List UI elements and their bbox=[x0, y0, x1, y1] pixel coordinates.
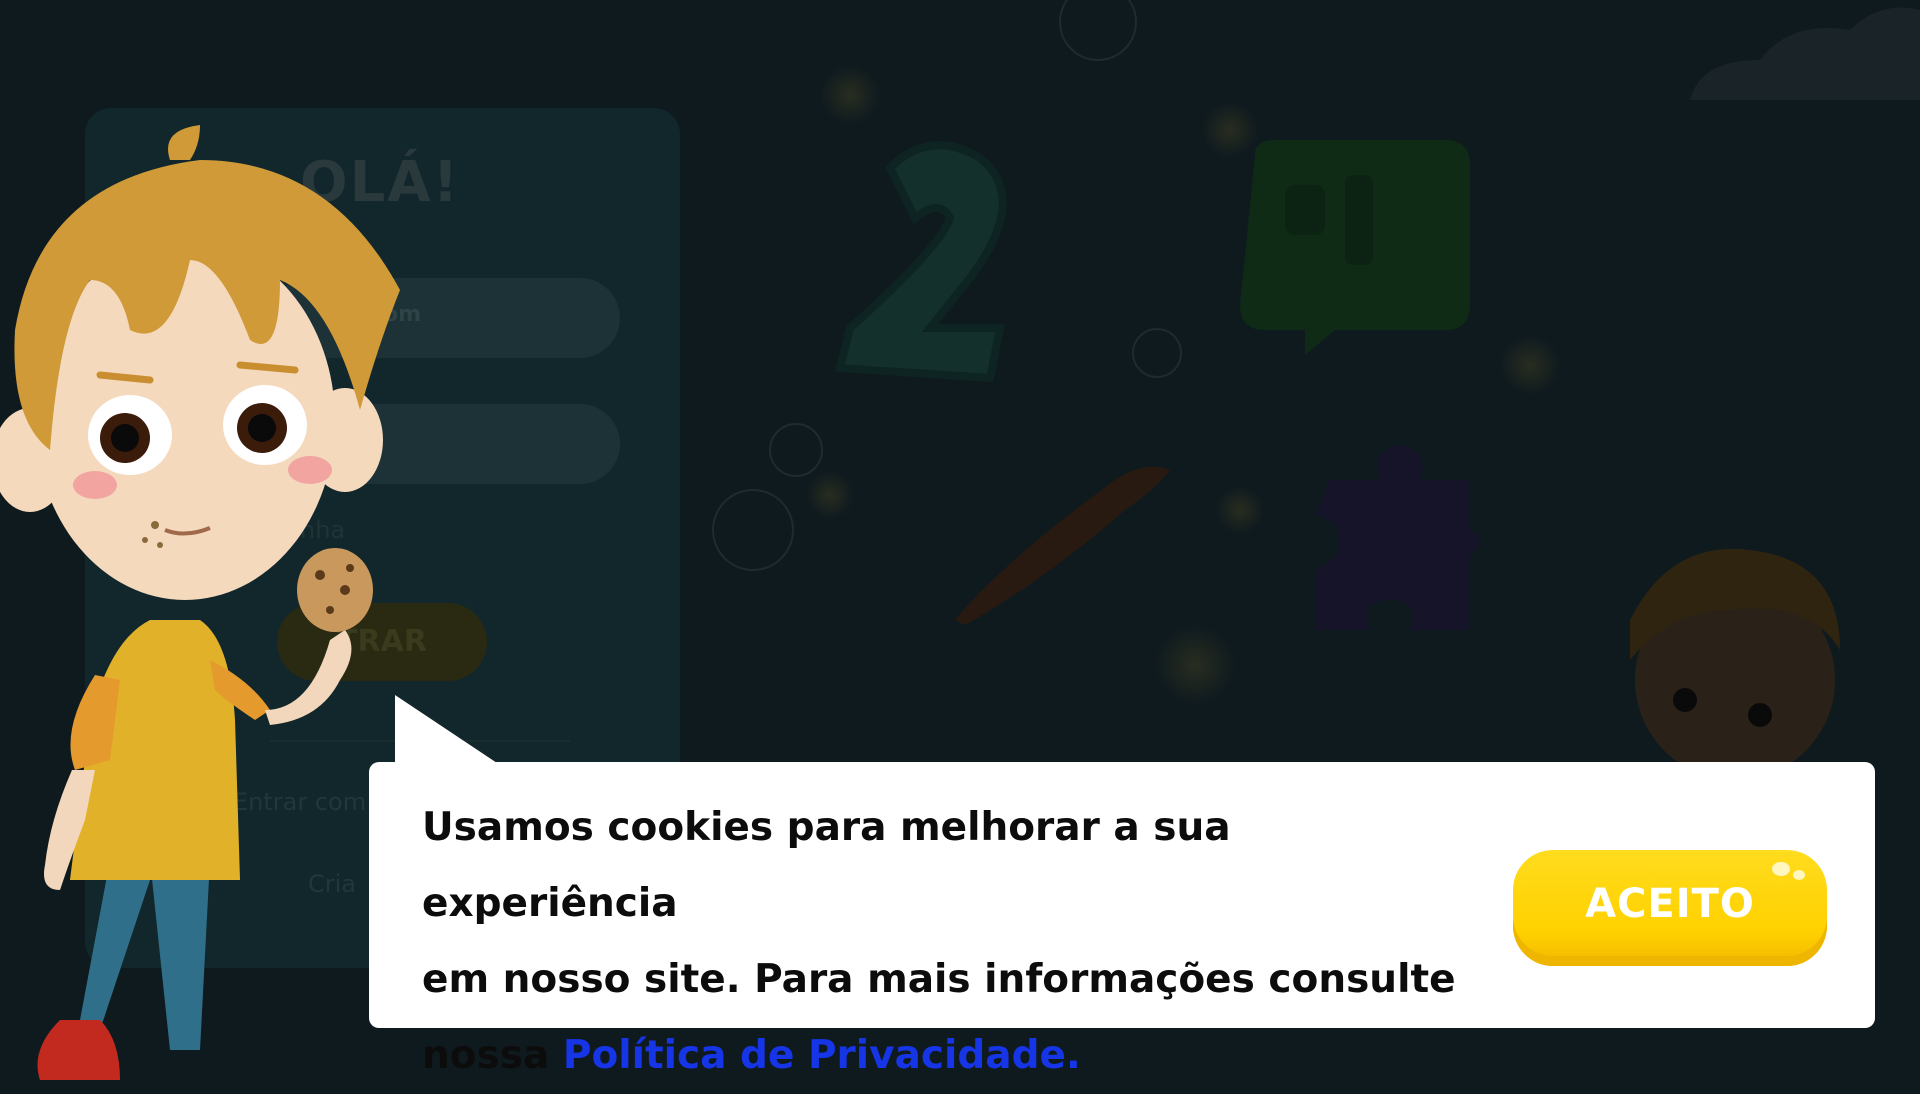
puzzle-piece-icon bbox=[1315, 445, 1480, 630]
cookie-message-line1: Usamos cookies para melhorar a sua exper… bbox=[422, 805, 1231, 926]
button-gloss-decoration bbox=[1772, 862, 1805, 880]
paintbrush-icon bbox=[955, 466, 1170, 625]
privacy-policy-link[interactable]: Política de Privacidade. bbox=[563, 1033, 1081, 1078]
cookie-message: Usamos cookies para melhorar a sua exper… bbox=[422, 790, 1482, 1094]
number-two-label: 2 bbox=[900, 310, 906, 321]
accept-cookies-button[interactable]: ACEITO bbox=[1513, 850, 1827, 966]
speech-bubble-icon bbox=[1240, 140, 1470, 355]
mascot-boy bbox=[0, 125, 400, 1080]
cookie-message-line2: em nosso site. Para mais informações con… bbox=[422, 957, 1456, 1002]
cookie-message-line3: nossa bbox=[422, 1033, 563, 1078]
cookie-icon bbox=[297, 548, 373, 632]
background-character bbox=[1630, 548, 1840, 770]
accept-cookies-label: ACEITO bbox=[1585, 881, 1755, 927]
number-two-icon: 2 bbox=[834, 141, 1007, 383]
cookie-consent-dialog: Usamos cookies para melhorar a sua exper… bbox=[369, 762, 1875, 1078]
